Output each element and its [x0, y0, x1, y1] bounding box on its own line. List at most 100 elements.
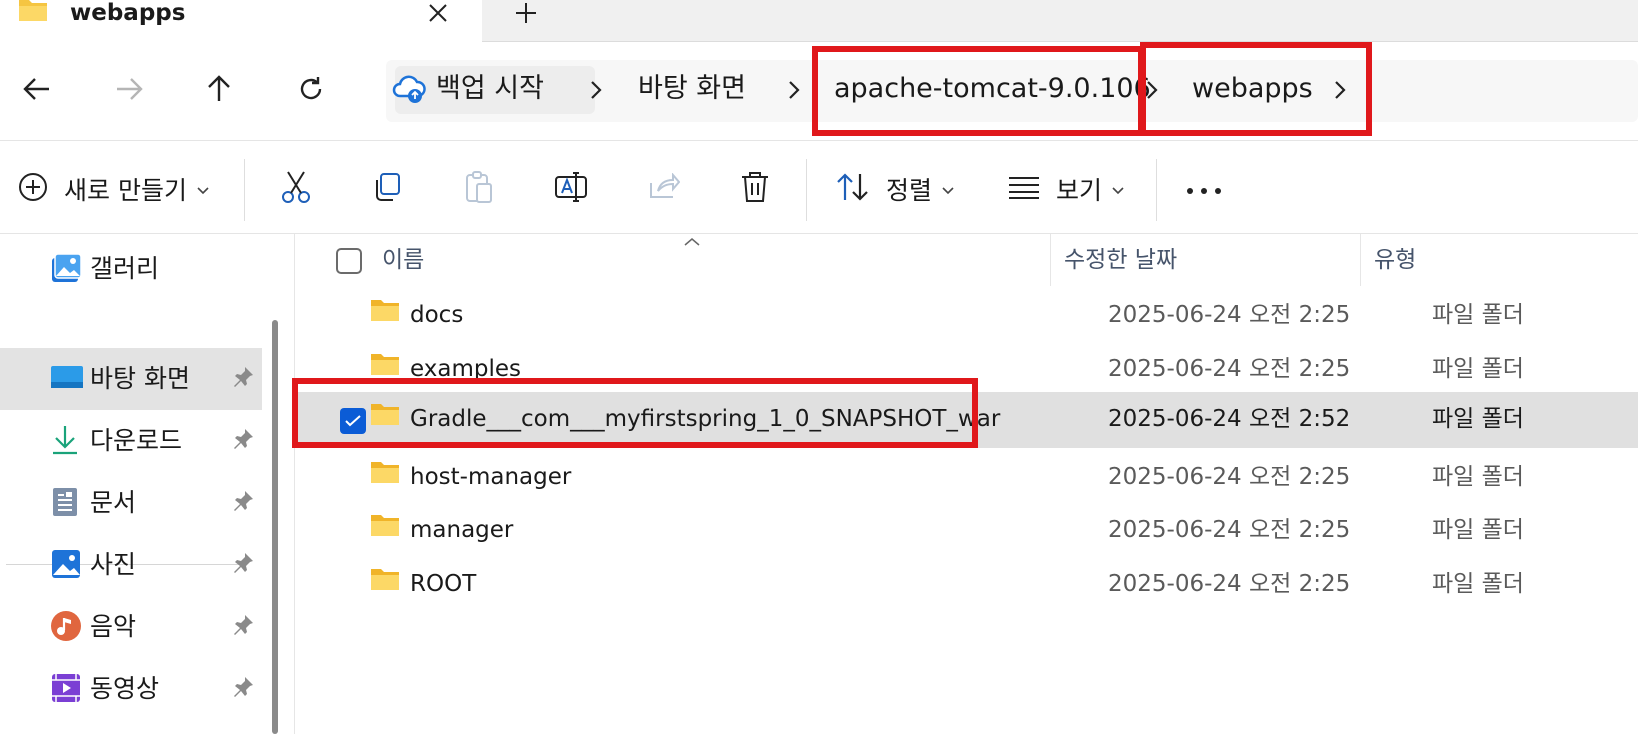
rename-icon [554, 171, 588, 207]
sidebar-item-label: 문서 [90, 488, 137, 517]
command-bar: 새로 만들기 정렬 보기 [0, 140, 1638, 234]
file-name: docs [410, 302, 464, 328]
delete-button[interactable] [740, 169, 770, 209]
file-row-host-manager[interactable]: host-manager 2025-06-24 오전 2:25 파일 폴더 [296, 450, 1638, 506]
rename-button[interactable] [554, 169, 588, 209]
copy-button[interactable] [372, 169, 402, 209]
chevron-down-icon [197, 180, 209, 199]
new-tab-icon[interactable] [512, 0, 540, 26]
tab-strip-background [482, 0, 1638, 42]
clipboard-icon [464, 170, 494, 208]
sidebar-item-label: 음악 [90, 612, 137, 641]
pin-icon[interactable] [232, 676, 254, 702]
sidebar-item-downloads[interactable]: 다운로드 [0, 410, 262, 472]
toolbar-divider [244, 159, 245, 221]
view-button-label: 보기 [1056, 176, 1103, 205]
pane-divider[interactable] [294, 234, 295, 734]
file-modified: 2025-06-24 오전 2:52 [1108, 406, 1351, 432]
navigation-pane: 갤러리 바탕 화면 다운로드 문서 사진 음악 동영상 [0, 234, 266, 734]
sidebar-item-label: 동영상 [90, 674, 160, 703]
desktop-icon [50, 362, 84, 396]
column-divider[interactable] [1050, 234, 1051, 286]
tab-webapps[interactable]: webapps [0, 0, 482, 42]
share-icon [648, 172, 681, 205]
file-type: 파일 폴더 [1432, 406, 1524, 432]
sidebar-item-label: 갤러리 [90, 254, 160, 283]
breadcrumb-desktop[interactable]: 바탕 화면 [638, 72, 746, 106]
file-row-docs[interactable]: docs 2025-06-24 오전 2:25 파일 폴더 [296, 288, 1638, 344]
pin-icon[interactable] [232, 490, 254, 516]
sidebar-item-music[interactable]: 음악 [0, 596, 262, 658]
highlight-box [292, 378, 978, 448]
sort-button[interactable]: 정렬 [836, 169, 954, 209]
toolbar-divider [806, 159, 807, 221]
sidebar-item-desktop[interactable]: 바탕 화면 [0, 348, 262, 410]
file-modified: 2025-06-24 오전 2:25 [1108, 302, 1351, 328]
music-icon [50, 610, 84, 644]
pin-icon[interactable] [232, 552, 254, 578]
sort-icon [836, 172, 870, 206]
chevron-right-icon[interactable] [584, 78, 608, 102]
document-icon [50, 486, 84, 520]
up-arrow-icon[interactable] [196, 66, 242, 112]
list-view-icon [1008, 175, 1040, 203]
new-button[interactable]: 새로 만들기 [18, 169, 209, 209]
column-header-modified[interactable]: 수정한 날짜 [1064, 234, 1177, 286]
file-type: 파일 폴더 [1432, 571, 1524, 597]
folder-icon [18, 0, 48, 26]
file-modified: 2025-06-24 오전 2:25 [1108, 517, 1351, 543]
back-arrow-icon[interactable] [14, 66, 60, 112]
chevron-right-icon[interactable] [782, 78, 806, 102]
video-icon [50, 672, 84, 706]
download-icon [50, 424, 84, 458]
cloud-backup-icon [392, 72, 426, 108]
sidebar-item-label: 바탕 화면 [90, 364, 190, 393]
share-button[interactable] [648, 169, 681, 209]
pin-icon[interactable] [232, 614, 254, 640]
highlight-box [1140, 42, 1372, 136]
copy-icon [372, 172, 402, 206]
sidebar-item-videos[interactable]: 동영상 [0, 658, 262, 720]
pin-icon[interactable] [232, 428, 254, 454]
new-button-label: 새로 만들기 [64, 176, 187, 205]
breadcrumb-backup-label: 백업 시작 [436, 73, 544, 104]
chevron-down-icon [1112, 180, 1124, 199]
select-all-checkbox[interactable] [336, 248, 362, 274]
cut-button[interactable] [280, 169, 312, 209]
toolbar-divider [1156, 159, 1157, 221]
file-row-manager[interactable]: manager 2025-06-24 오전 2:25 파일 폴더 [296, 503, 1638, 559]
sidebar-item-gallery[interactable]: 갤러리 [0, 238, 262, 300]
more-options-button[interactable] [1186, 169, 1222, 209]
folder-icon [370, 354, 400, 380]
sidebar-item-label: 다운로드 [90, 426, 183, 455]
plus-circle-icon [18, 172, 48, 206]
sidebar-item-pictures[interactable]: 사진 [0, 534, 262, 596]
file-name: manager [410, 517, 514, 543]
sort-button-label: 정렬 [886, 176, 933, 205]
tab-strip: webapps [0, 0, 1638, 42]
file-name: ROOT [410, 571, 477, 597]
sidebar-scrollbar[interactable] [272, 320, 278, 734]
pictures-icon [50, 548, 84, 582]
ellipsis-icon [1186, 180, 1222, 199]
folder-icon [370, 569, 400, 595]
column-header-name[interactable]: 이름 [382, 234, 424, 286]
view-button[interactable]: 보기 [1008, 169, 1124, 209]
file-modified: 2025-06-24 오전 2:25 [1108, 356, 1351, 382]
file-row-root[interactable]: ROOT 2025-06-24 오전 2:25 파일 폴더 [296, 557, 1638, 613]
tab-title: webapps [70, 0, 186, 26]
sort-ascending-caret-icon [684, 232, 700, 251]
file-type: 파일 폴더 [1432, 356, 1524, 382]
column-divider[interactable] [1360, 234, 1361, 286]
file-type: 파일 폴더 [1432, 464, 1524, 490]
scissors-icon [280, 170, 312, 208]
sidebar-item-documents[interactable]: 문서 [0, 472, 262, 534]
forward-arrow-icon[interactable] [106, 66, 152, 112]
paste-button[interactable] [464, 169, 494, 209]
file-type: 파일 폴더 [1432, 517, 1524, 543]
file-type: 파일 폴더 [1432, 302, 1524, 328]
column-header-type[interactable]: 유형 [1374, 234, 1416, 286]
pin-icon[interactable] [232, 366, 254, 392]
refresh-icon[interactable] [288, 66, 334, 112]
close-icon[interactable] [424, 0, 452, 26]
